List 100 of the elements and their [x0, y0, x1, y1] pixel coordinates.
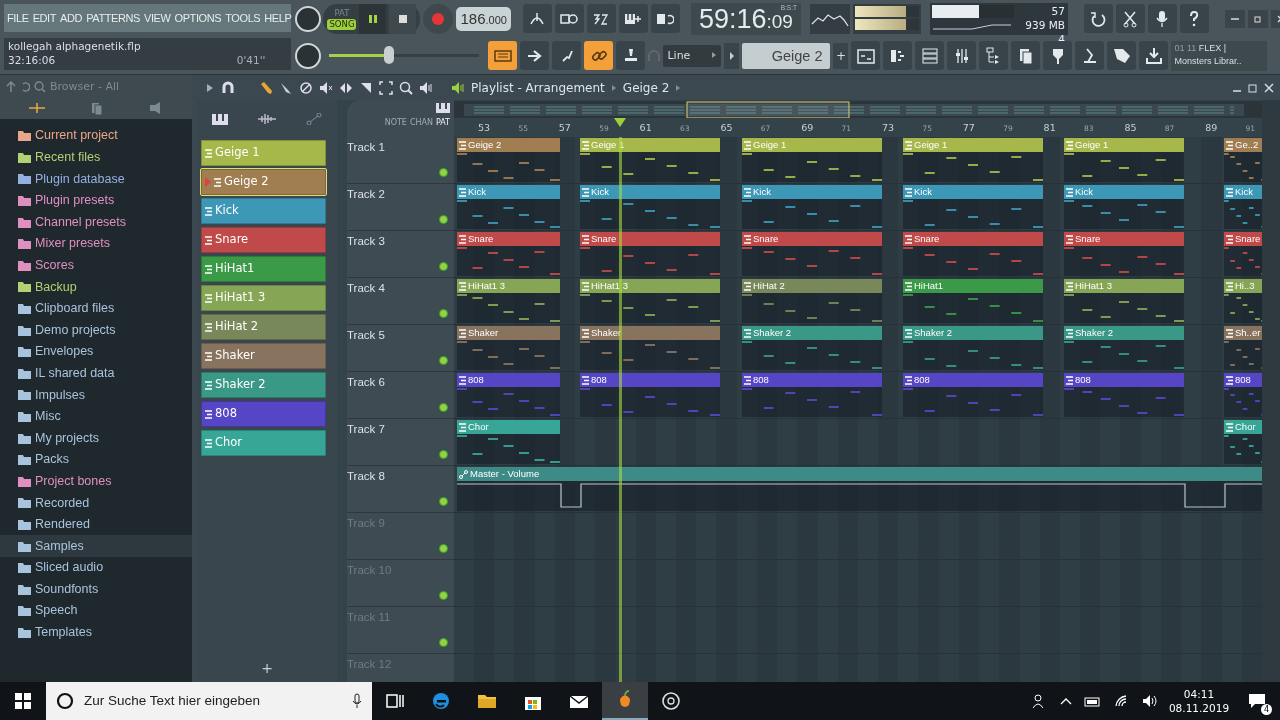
notification-center-button[interactable]: 4 [1234, 682, 1280, 720]
track-enable-dot[interactable] [439, 544, 448, 553]
channel-rack-button[interactable] [915, 41, 945, 70]
browser-item[interactable]: Recorded [0, 492, 192, 514]
browser-item[interactable]: IL shared data [0, 362, 192, 385]
track-enable-dot[interactable] [439, 450, 448, 459]
back-icon[interactable] [20, 81, 30, 94]
track-mode-tab[interactable]: NOTE [384, 117, 407, 129]
taskbar-clock[interactable]: 04:11 08.11.2019 [1164, 687, 1234, 715]
pattern-clip[interactable]: Hi..3 [1224, 279, 1262, 323]
microphone-button[interactable] [1147, 4, 1177, 33]
track-lane[interactable]: Shaker Shaker Shaker 2 Shaker 2 Shaker 2 Sh..er [454, 325, 1262, 372]
minimize-button[interactable] [1224, 9, 1245, 28]
pattern-item[interactable]: Chor [201, 430, 326, 456]
menu-item[interactable]: OPTIONS [174, 9, 222, 27]
metronome-button[interactable] [522, 4, 552, 33]
pattern-clip[interactable]: Shaker 2 [1064, 326, 1184, 370]
folder-tree-button[interactable] [979, 41, 1009, 70]
pattern-clip[interactable]: HiHat1 3 [1064, 279, 1184, 323]
piano-keys-icon[interactable] [211, 113, 228, 125]
pattern-clip[interactable]: Snare [1224, 232, 1262, 276]
steps-button[interactable] [552, 41, 582, 70]
piano-roll-button[interactable] [883, 41, 913, 70]
browser-item[interactable]: Rendered [0, 513, 192, 536]
master-pitch-knob[interactable] [295, 42, 322, 69]
pattern-clip[interactable]: Kick [1224, 185, 1262, 229]
browser-item[interactable]: Mixer presets [0, 232, 192, 255]
track-enable-dot[interactable] [439, 638, 448, 647]
browser-item[interactable]: Samples [0, 535, 192, 557]
pattern-clip[interactable]: 808 [457, 373, 560, 417]
track-lane[interactable]: 808 808 808 808 808 808 [454, 372, 1262, 419]
track-mode-tab[interactable]: CHAN [409, 117, 433, 129]
pattern-item[interactable]: HiHat1 [201, 256, 326, 282]
wait-record-button[interactable] [554, 4, 584, 33]
track-lane[interactable]: Geige 2 Geige 1 Geige 1 Geige 1 Geige 1 Ge..2 [454, 137, 1262, 184]
track-header[interactable]: Track 5 [347, 325, 454, 372]
pattern-clip[interactable]: HiHat 2 [742, 279, 882, 323]
pattern-clip[interactable]: Kick [457, 185, 560, 229]
track-header[interactable]: Track 6 [347, 372, 454, 419]
delete-icon[interactable] [299, 80, 313, 95]
menu-item[interactable]: VIEW [144, 9, 171, 27]
browser-item[interactable]: My projects [0, 427, 192, 449]
browser-item[interactable]: Plugin presets [0, 189, 192, 212]
snap-dropdown[interactable]: Line [663, 44, 722, 67]
chevron-up-icon[interactable] [1060, 697, 1072, 705]
stamp-button[interactable] [616, 41, 646, 70]
close-icon[interactable] [1264, 82, 1274, 93]
up-arrow-icon[interactable] [6, 81, 16, 94]
pattern-clip[interactable]: Ge..2 [1224, 138, 1262, 182]
slip-icon[interactable] [339, 80, 353, 95]
pattern-clip[interactable]: Shaker [457, 326, 560, 370]
typing-keyboard-button[interactable] [488, 41, 518, 70]
pattern-clip[interactable]: Snare [580, 232, 720, 276]
volume-icon[interactable] [1142, 694, 1158, 708]
pause-button[interactable] [359, 3, 387, 34]
pattern-clip[interactable]: Chor [1224, 420, 1262, 464]
track-header[interactable]: Track 7 [347, 419, 454, 466]
loop-record-button[interactable] [650, 4, 680, 33]
documents-button[interactable] [1011, 41, 1041, 70]
track-header[interactable]: Track 3 [347, 231, 454, 278]
track-header[interactable]: Track 1 [347, 137, 454, 184]
volume-slider-thumb[interactable] [384, 46, 395, 64]
track-mode-tab[interactable]: PAT [435, 117, 450, 129]
speaker-icon[interactable] [451, 80, 465, 95]
add-pattern-button[interactable]: + [833, 42, 849, 69]
browser-item[interactable]: Clipboard files [0, 297, 192, 320]
scrollbar[interactable] [1262, 100, 1280, 682]
maximize-button[interactable] [1247, 9, 1268, 28]
pattern-clip[interactable]: Snare [742, 232, 882, 276]
menu-item[interactable]: FILE [7, 9, 29, 27]
track-enable-dot[interactable] [439, 497, 448, 506]
pattern-item[interactable]: HiHat1 3 [201, 285, 326, 311]
track-enable-dot[interactable] [439, 168, 448, 177]
pattern-clip[interactable]: Snare [1064, 232, 1184, 276]
track-lane[interactable]: HiHat1 3 HiHat1 3 HiHat 2 HiHat1 HiHat1 3 Hi..3 [454, 278, 1262, 325]
maximize-icon[interactable] [1248, 82, 1258, 93]
track-enable-dot[interactable] [439, 215, 448, 224]
search-icon[interactable] [34, 81, 46, 94]
track-lane[interactable]: Kick Kick Kick Kick Kick Kick [454, 184, 1262, 231]
browser-item[interactable]: Current project [0, 125, 192, 147]
pattern-clip[interactable]: HiHat1 3 [457, 279, 560, 323]
pattern-clip[interactable]: Geige 2 [457, 138, 560, 182]
pattern-clip[interactable]: 808 [580, 373, 720, 417]
pattern-clip[interactable]: Snare [903, 232, 1043, 276]
track-enable-dot[interactable] [439, 591, 448, 600]
browser-e-icon[interactable] [430, 690, 452, 712]
pattern-item[interactable]: Kick [201, 198, 326, 224]
select-icon[interactable] [379, 80, 393, 95]
documents-icon[interactable] [91, 101, 103, 116]
battery-icon[interactable] [1084, 695, 1102, 707]
browser-item[interactable]: Demo projects [0, 319, 192, 341]
menu-item[interactable]: TOOLS [225, 9, 261, 27]
pattern-clip[interactable]: Sh..er [1224, 326, 1262, 370]
tempo-display[interactable]: 186.000 [456, 6, 511, 31]
track-enable-dot[interactable] [439, 403, 448, 412]
menu-item[interactable]: PATTERNS [86, 9, 140, 27]
countdown-button[interactable] [586, 4, 616, 33]
browser-item[interactable]: Misc [0, 405, 192, 428]
help-button[interactable] [1179, 4, 1209, 33]
aperture-icon[interactable] [660, 690, 682, 712]
